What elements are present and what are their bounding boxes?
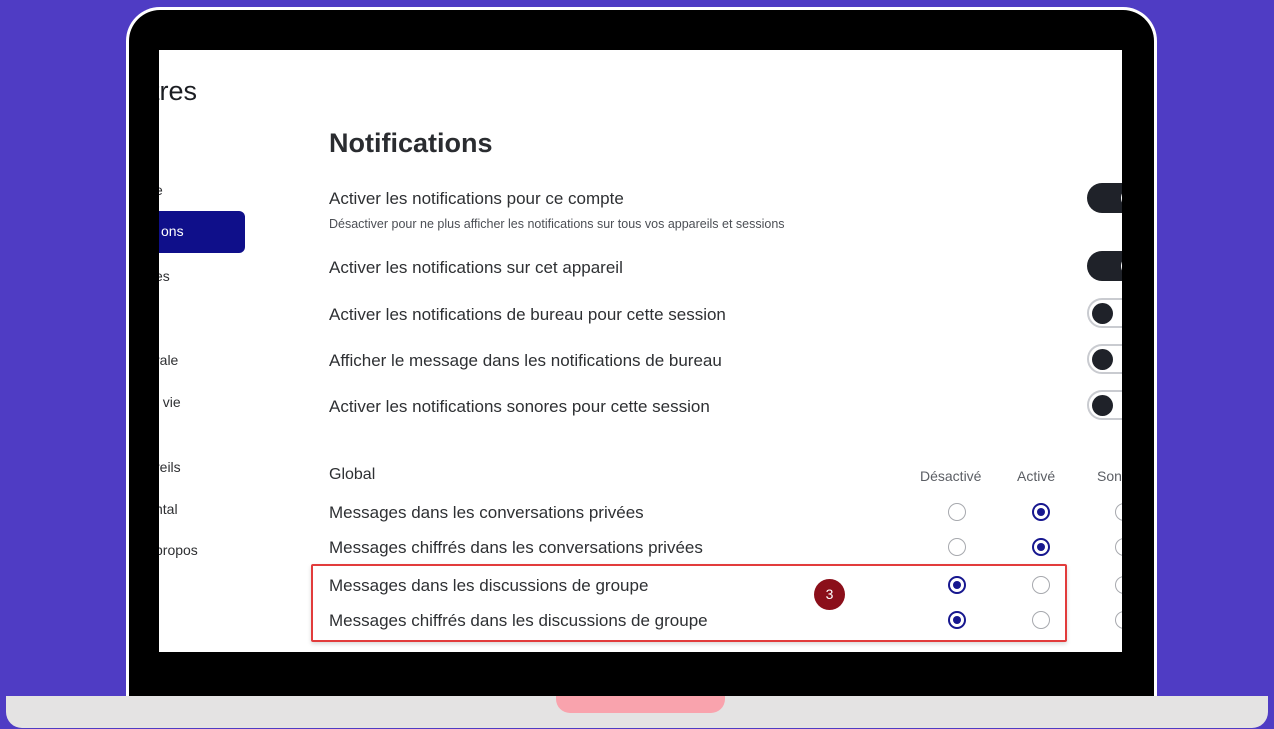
radio-sound[interactable]	[1115, 576, 1122, 594]
global-row-label: Messages dans les conversations privées	[329, 503, 644, 522]
sidebar-item-experimental[interactable]: ntal	[159, 501, 178, 517]
radio-disabled[interactable]	[948, 538, 966, 556]
sidebar-item-general[interactable]: e	[159, 182, 163, 198]
column-header-enabled: Activé	[1017, 468, 1056, 484]
setting-account-notifications-description: Désactiver pour ne plus afficher les not…	[329, 217, 785, 231]
radio-disabled[interactable]	[948, 503, 966, 521]
sidebar-item-notifications[interactable]: ons	[159, 211, 245, 253]
global-row-label: Messages chiffrés dans les conversations…	[329, 538, 703, 557]
column-header-disabled: Désactivé	[920, 468, 982, 484]
toggle-knob	[1092, 303, 1113, 324]
sidebar-title: tres	[159, 76, 198, 106]
toggle-show-message[interactable]	[1087, 344, 1122, 374]
settings-screen: tres e ons es rale t vie reils ntal prop…	[159, 50, 1122, 652]
setting-device-notifications-label: Activer les notifications sur cet appare…	[329, 258, 623, 277]
toggle-knob	[1121, 256, 1122, 276]
toggle-knob	[1092, 349, 1113, 370]
toggle-account-notifications[interactable]	[1087, 183, 1122, 213]
sidebar-item-general-settings[interactable]: rale	[159, 352, 178, 368]
radio-enabled[interactable]	[1032, 503, 1050, 521]
sidebar-item-about[interactable]: propos	[159, 542, 198, 558]
setting-sound-notifications-label: Activer les notifications sonores pour c…	[329, 397, 710, 416]
setting-desktop-notifications-label: Activer les notifications de bureau pour…	[329, 305, 726, 324]
radio-sound[interactable]	[1115, 503, 1122, 521]
radio-enabled[interactable]	[1032, 538, 1050, 556]
toggle-device-notifications[interactable]	[1087, 251, 1122, 281]
setting-account-notifications-label: Activer les notifications pour ce compte	[329, 189, 624, 208]
column-header-sound: Son	[1097, 468, 1122, 484]
toggle-desktop-notifications[interactable]	[1087, 298, 1122, 328]
setting-show-message-label: Afficher le message dans les notificatio…	[329, 351, 722, 370]
radio-sound[interactable]	[1115, 538, 1122, 556]
highlight-box	[311, 564, 1067, 642]
sidebar-item-privacy[interactable]: t vie	[159, 394, 181, 410]
step-badge: 3	[814, 579, 845, 610]
toggle-knob	[1121, 188, 1122, 208]
global-section-label: Global	[329, 466, 376, 483]
sidebar-item-devices[interactable]: reils	[159, 459, 181, 475]
laptop-notch	[556, 696, 725, 713]
toggle-sound-notifications[interactable]	[1087, 390, 1122, 420]
radio-sound[interactable]	[1115, 611, 1122, 629]
toggle-knob	[1092, 395, 1113, 416]
page-title: Notifications	[329, 128, 493, 158]
sidebar-item-preferences[interactable]: es	[159, 268, 170, 284]
